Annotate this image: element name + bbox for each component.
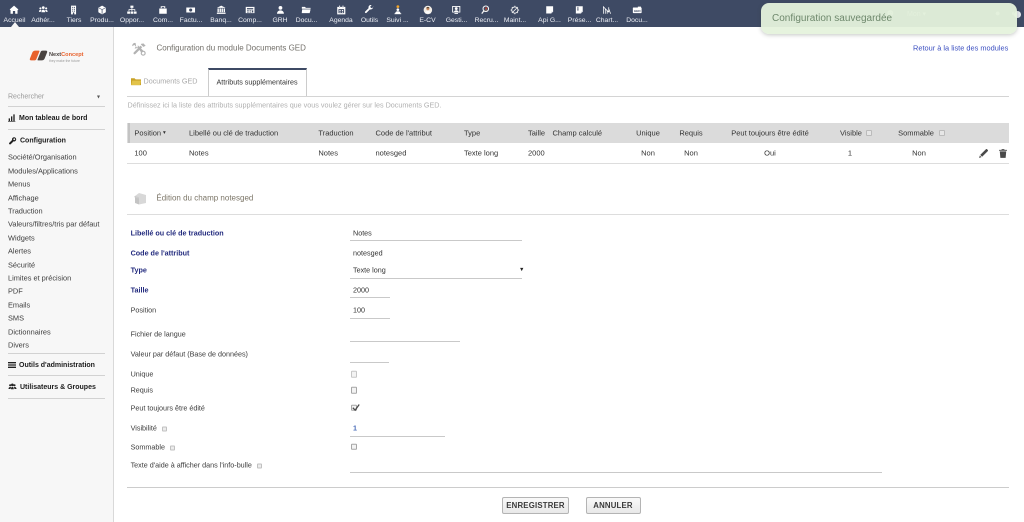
svg-text:GED: GED <box>634 8 641 12</box>
